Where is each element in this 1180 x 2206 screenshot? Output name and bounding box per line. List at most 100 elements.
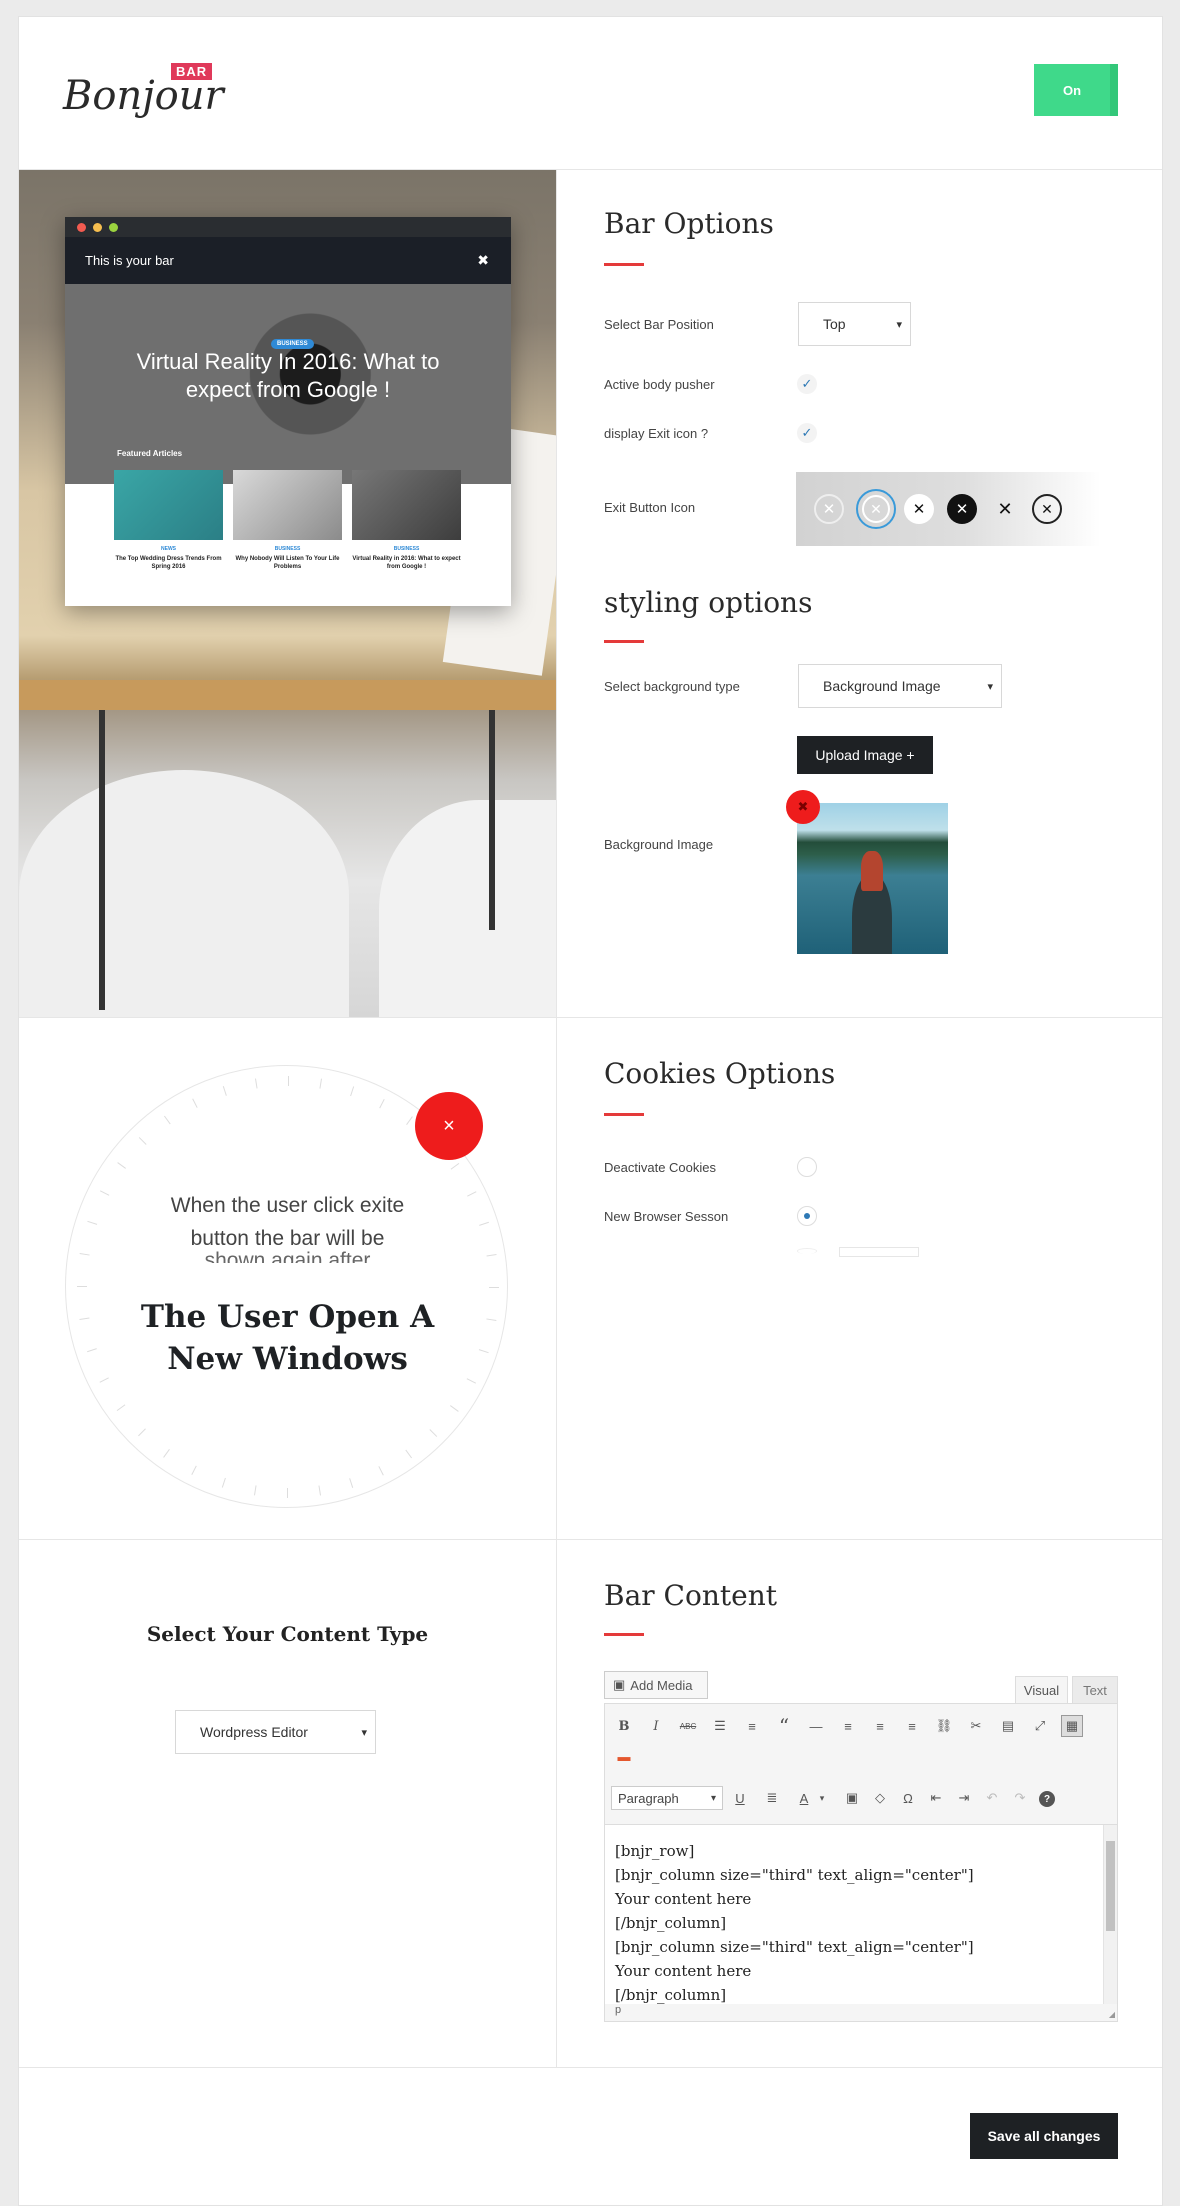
deactivate-cookies-radio[interactable] — [797, 1157, 817, 1177]
browser-mockup: This is your bar ✖ BUSINESS Virtual Real… — [65, 217, 511, 606]
chevron-down-icon[interactable]: ▾ — [815, 1787, 829, 1809]
save-all-changes-button[interactable]: Save all changes — [970, 2113, 1118, 2159]
editor-textarea[interactable]: [bnjr_row] [bnjr_column size="third" tex… — [605, 1824, 1117, 2004]
tab-text-label: Text — [1083, 1682, 1107, 1698]
dial-tick — [76, 1286, 87, 1287]
toolbar-toggle-icon[interactable]: ▦ — [1061, 1715, 1083, 1737]
shortcode-icon[interactable]: ▬ — [613, 1745, 635, 1767]
table-edge — [19, 680, 556, 710]
bar-position-select[interactable]: Top — [798, 302, 911, 346]
logo: BAR Bonjour — [63, 61, 224, 141]
dial-tick — [349, 1086, 354, 1097]
exit-icon-option-plain[interactable]: ✕ — [990, 494, 1020, 524]
table-leg — [99, 710, 105, 1010]
special-char-icon[interactable]: Ω — [897, 1787, 919, 1809]
body-pusher-checkbox[interactable]: ✓ — [797, 374, 817, 394]
editor-line: [bnjr_row] — [615, 1842, 695, 1860]
format-select[interactable]: Paragraph ▾ — [611, 1786, 723, 1810]
resize-handle-icon[interactable]: ◢ — [1109, 2010, 1115, 2019]
exit-icon-option-outline[interactable]: ✕ — [1032, 494, 1062, 524]
bullet-list-icon[interactable]: ☰ — [709, 1715, 731, 1737]
dial-text: When the user click exite — [170, 1194, 405, 1217]
card-title: Virtual Reality in 2016: What to expect … — [352, 556, 461, 570]
clear-formatting-icon[interactable]: ◇ — [869, 1787, 891, 1809]
upload-image-button[interactable]: Upload Image + — [797, 736, 933, 774]
close-icon: ✕ — [862, 495, 890, 523]
dial-tick — [287, 1076, 289, 1086]
content-type-value: Wordpress Editor — [200, 1724, 308, 1740]
dial-tick — [286, 1488, 288, 1498]
maximize-dot-icon — [109, 223, 118, 232]
exit-icon-checkbox[interactable]: ✓ — [797, 423, 817, 443]
align-right-icon[interactable]: ≡ — [901, 1715, 923, 1737]
help-icon[interactable]: ? — [1039, 1791, 1055, 1807]
close-dot-icon — [77, 223, 86, 232]
bar-position-value: Top — [823, 316, 846, 332]
featured-label: Featured Articles — [117, 449, 183, 458]
justify-icon[interactable]: ≣ — [761, 1787, 783, 1809]
read-more-icon[interactable]: ▤ — [997, 1715, 1019, 1737]
outdent-icon[interactable]: ⇤ — [925, 1787, 947, 1809]
underline-icon[interactable]: U — [729, 1787, 751, 1809]
paste-text-icon[interactable]: ▣ — [841, 1787, 863, 1809]
media-icon: ▣ — [613, 1677, 626, 1692]
indent-icon[interactable]: ⇥ — [953, 1787, 975, 1809]
bg-type-select[interactable]: Background Image — [798, 664, 1002, 708]
scrollbar[interactable] — [1103, 1825, 1117, 2004]
divider — [19, 1017, 1162, 1018]
tab-visual-label: Visual — [1023, 1682, 1060, 1698]
divider — [19, 1539, 1162, 1540]
dial-close-button[interactable]: × — [415, 1092, 483, 1160]
exit-icon-option-black-circle[interactable]: ✕ — [947, 494, 977, 524]
tab-text[interactable]: Text — [1072, 1676, 1118, 1703]
toggle-label: On — [1062, 82, 1082, 98]
unlink-icon[interactable]: ✂ — [965, 1715, 987, 1737]
numbered-list-icon[interactable]: ≡ — [741, 1715, 763, 1737]
fullscreen-icon[interactable]: ⤢ — [1029, 1715, 1051, 1737]
preview-bar: This is your bar ✖ — [65, 237, 511, 284]
minimize-dot-icon — [93, 223, 102, 232]
add-media-button[interactable]: ▣ Add Media — [604, 1671, 708, 1699]
scrollbar-thumb[interactable] — [1106, 1841, 1115, 1931]
dial-tick — [254, 1078, 258, 1089]
title-accent — [604, 1633, 644, 1636]
text-color-icon[interactable]: A — [793, 1787, 815, 1809]
bar-options-title: Bar Options — [604, 207, 774, 240]
undo-icon[interactable]: ↶ — [981, 1787, 1003, 1809]
blockquote-icon[interactable]: “ — [773, 1714, 795, 1738]
strikethrough-icon[interactable]: ABC — [677, 1715, 699, 1737]
dial-tick — [478, 1221, 489, 1226]
exit-icon-option-light-circle[interactable]: ✕ — [814, 494, 844, 524]
italic-icon[interactable]: I — [645, 1715, 667, 1737]
preview-headline: Virtual Reality In 2016: What to expect … — [136, 349, 440, 402]
editor-line: [/bnjr_column] — [615, 1986, 727, 2004]
dial-tick — [191, 1098, 198, 1108]
bar-content-title: Bar Content — [604, 1579, 777, 1612]
new-session-radio[interactable] — [797, 1206, 817, 1226]
exit-icon-option-selected[interactable]: ✕ — [856, 489, 896, 529]
preview-hero: BUSINESS Virtual Reality In 2016: What t… — [65, 284, 511, 484]
faded-input — [839, 1247, 919, 1257]
chair-shape — [379, 800, 556, 1017]
browser-chrome — [65, 217, 511, 237]
bold-icon[interactable]: B — [613, 1715, 635, 1737]
card-tag: BUSINESS — [393, 546, 420, 552]
plugin-toggle-button[interactable]: On — [1034, 64, 1118, 116]
exit-button-icon-label: Exit Button Icon — [604, 500, 696, 515]
dial-tick — [449, 1405, 459, 1412]
link-icon[interactable]: ⛓ — [933, 1715, 955, 1737]
person-shape — [861, 851, 883, 891]
align-left-icon[interactable]: ≡ — [837, 1715, 859, 1737]
remove-image-button[interactable]: ✖ — [786, 790, 820, 824]
horizontal-line-icon[interactable]: — — [805, 1715, 827, 1737]
align-center-icon[interactable]: ≡ — [869, 1715, 891, 1737]
card-image — [114, 470, 223, 540]
exit-icon-option-white-circle[interactable]: ✕ — [904, 494, 934, 524]
table-leg — [489, 710, 495, 930]
redo-icon[interactable]: ↷ — [1009, 1787, 1031, 1809]
remove-icon: ✖ — [797, 799, 809, 814]
content-type-select[interactable]: Wordpress Editor — [175, 1710, 376, 1754]
tab-visual[interactable]: Visual — [1015, 1676, 1068, 1703]
content-type-title: Select Your Content Type — [146, 1622, 429, 1646]
editor-line: [/bnjr_column] — [615, 1914, 727, 1932]
